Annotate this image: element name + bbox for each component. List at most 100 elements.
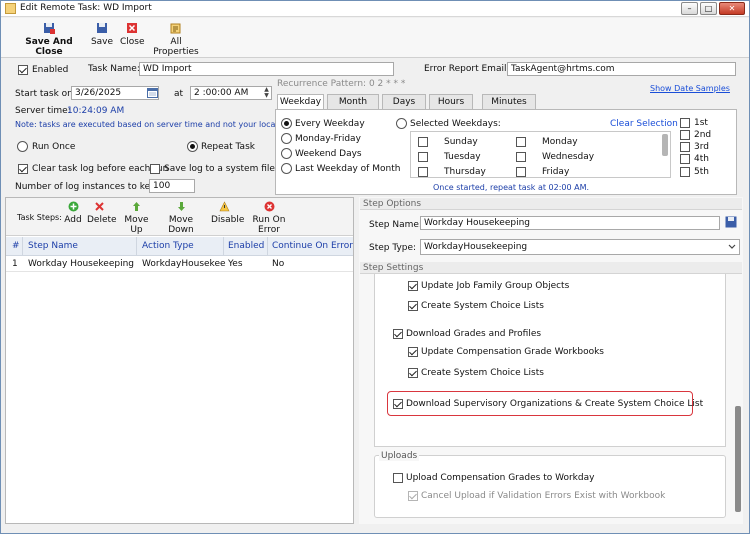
- tab-month[interactable]: Month: [327, 94, 379, 109]
- main-toolbar: Save And Close Save Close All Properties: [1, 18, 749, 58]
- weekend-days-label: Weekend Days: [295, 149, 362, 159]
- show-date-samples-link[interactable]: Show Date Samples: [650, 84, 730, 93]
- start-time-value: 2 :00:00 AM: [194, 88, 249, 98]
- tab-hours[interactable]: Hours: [429, 94, 473, 109]
- save-step-name-icon[interactable]: [725, 216, 737, 228]
- save-icon: [97, 23, 107, 33]
- monday-checkbox[interactable]: [516, 137, 526, 147]
- week-3rd-checkbox[interactable]: [680, 142, 690, 152]
- last-weekday-radio[interactable]: [281, 163, 292, 174]
- settings-scrollbar[interactable]: [735, 406, 741, 512]
- save-log-checkbox[interactable]: [150, 164, 160, 174]
- download-grades-label: Download Grades and Profiles: [406, 329, 542, 339]
- create-choice-lists-1-checkbox[interactable]: [408, 301, 418, 311]
- close-button[interactable]: Close: [120, 22, 145, 47]
- task-name-label: Task Name:: [88, 64, 140, 74]
- col-continue-on-error[interactable]: Continue On Error: [272, 237, 353, 255]
- update-comp-workbooks-checkbox[interactable]: [408, 347, 418, 357]
- download-supervisory-orgs-checkbox[interactable]: [393, 399, 403, 409]
- calendar-icon[interactable]: [147, 87, 158, 98]
- col-sep-1: [22, 237, 23, 256]
- move-up-button[interactable]: Move Up: [120, 201, 153, 235]
- save-log-label: Save log to a system file: [164, 164, 275, 174]
- run-once-radio[interactable]: [17, 141, 28, 152]
- step-type-value: WorkdayHousekeeping: [424, 242, 528, 252]
- start-date-input[interactable]: 3/26/2025: [71, 86, 159, 100]
- run-on-error-button[interactable]: Run On Error: [245, 201, 293, 235]
- thursday-label: Thursday: [444, 167, 486, 177]
- update-job-family-checkbox[interactable]: [408, 281, 418, 291]
- update-job-family-label: Update Job Family Group Objects: [421, 281, 570, 291]
- cancel-upload-checkbox[interactable]: [408, 491, 418, 501]
- row-action-type: WorkdayHousekeepin: [142, 259, 226, 269]
- run-once-label: Run Once: [32, 142, 76, 152]
- upload-comp-grades-checkbox[interactable]: [393, 473, 403, 483]
- col-number[interactable]: #: [12, 237, 20, 255]
- start-time-input[interactable]: 2 :00:00 AM: [190, 86, 272, 100]
- table-row[interactable]: 1 Workday Housekeeping WorkdayHousekeepi…: [6, 257, 353, 272]
- save-button[interactable]: Save: [90, 22, 114, 47]
- week-2nd-checkbox[interactable]: [680, 130, 690, 140]
- arrow-down-icon: [177, 202, 185, 211]
- weekday-list: Sunday Tuesday Thursday Monday Wednesday…: [410, 131, 671, 178]
- clear-selection-link[interactable]: Clear Selection: [610, 119, 678, 129]
- save-and-close-button[interactable]: Save And Close: [15, 22, 83, 57]
- step-name-input[interactable]: Workday Housekeeping: [420, 216, 720, 230]
- all-properties-button[interactable]: All Properties: [149, 22, 203, 57]
- tuesday-checkbox[interactable]: [418, 152, 428, 162]
- maximize-button[interactable]: □: [700, 2, 717, 15]
- sunday-checkbox[interactable]: [418, 137, 428, 147]
- weekend-days-radio[interactable]: [281, 148, 292, 159]
- error-icon: [264, 201, 274, 212]
- task-name-input[interactable]: WD Import: [139, 62, 394, 76]
- friday-label: Friday: [542, 167, 570, 177]
- wednesday-checkbox[interactable]: [516, 152, 526, 162]
- add-step-button[interactable]: Add: [64, 201, 82, 225]
- download-grades-checkbox[interactable]: [393, 329, 403, 339]
- thursday-checkbox[interactable]: [418, 167, 428, 177]
- repeat-task-label: Repeat Task: [201, 142, 255, 152]
- step-type-select[interactable]: WorkdayHousekeeping: [420, 239, 740, 255]
- move-down-button[interactable]: Move Down: [160, 201, 202, 235]
- week-5th-checkbox[interactable]: [680, 167, 690, 177]
- log-instances-label: Number of log instances to keep:: [15, 182, 165, 192]
- delete-step-button[interactable]: Delete: [87, 201, 117, 225]
- friday-checkbox[interactable]: [516, 167, 526, 177]
- selected-weekdays-label: Selected Weekdays:: [410, 119, 501, 129]
- week-3rd-label: 3rd: [694, 142, 709, 152]
- weekday-list-scrollbar[interactable]: [662, 134, 668, 156]
- time-spinner[interactable]: ▲ ▼: [262, 87, 271, 99]
- minimize-button[interactable]: –: [681, 2, 698, 15]
- create-choice-lists-1-label: Create System Choice Lists: [421, 301, 544, 311]
- step-name-label: Step Name:: [369, 220, 422, 230]
- col-enabled[interactable]: Enabled: [228, 237, 264, 255]
- chevron-down-icon[interactable]: [728, 244, 736, 250]
- server-time-label: Server time:: [15, 106, 71, 116]
- close-window-button[interactable]: ✕: [719, 2, 745, 15]
- selected-weekdays-radio[interactable]: [396, 118, 407, 129]
- upload-comp-grades-label: Upload Compensation Grades to Workday: [406, 473, 595, 483]
- log-instances-input[interactable]: 100: [149, 179, 195, 193]
- col-sep-2: [136, 237, 137, 256]
- tab-days[interactable]: Days: [382, 94, 426, 109]
- monday-label: Monday: [542, 137, 578, 147]
- step-settings-group: Update Job Family Group Objects Create S…: [374, 274, 726, 447]
- repeat-task-radio[interactable]: [187, 141, 198, 152]
- col-step-name[interactable]: Step Name: [28, 237, 78, 255]
- error-email-input[interactable]: TaskAgent@hrtms.com: [507, 62, 736, 76]
- tab-minutes[interactable]: Minutes: [482, 94, 536, 109]
- tuesday-label: Tuesday: [444, 152, 481, 162]
- monday-friday-radio[interactable]: [281, 133, 292, 144]
- uploads-group: Uploads Upload Compensation Grades to Wo…: [374, 451, 726, 518]
- every-weekday-radio[interactable]: [281, 118, 292, 129]
- create-choice-lists-2-label: Create System Choice Lists: [421, 368, 544, 378]
- clear-log-checkbox[interactable]: [18, 164, 28, 174]
- week-4th-checkbox[interactable]: [680, 154, 690, 164]
- disable-step-button[interactable]: Disable: [211, 201, 244, 225]
- task-steps-label: Task Steps:: [17, 213, 62, 222]
- tab-weekday[interactable]: Weekday: [277, 94, 324, 110]
- col-action-type[interactable]: Action Type: [142, 237, 194, 255]
- enabled-checkbox[interactable]: [18, 65, 28, 75]
- create-choice-lists-2-checkbox[interactable]: [408, 368, 418, 378]
- week-1st-checkbox[interactable]: [680, 118, 690, 128]
